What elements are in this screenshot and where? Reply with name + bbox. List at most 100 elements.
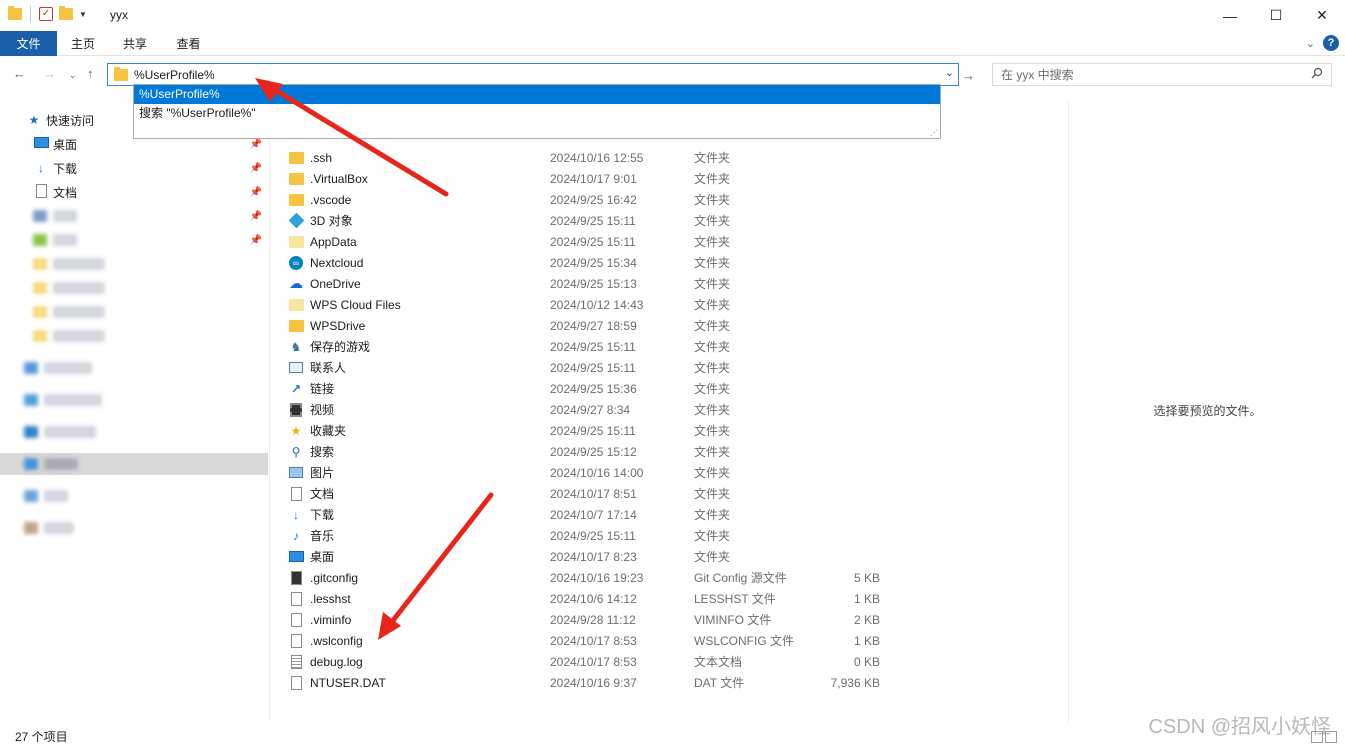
- file-row[interactable]: .lesshst 2024/10/6 14:12 LESSHST 文件 1 KB: [288, 588, 908, 609]
- sidebar-item-redacted[interactable]: [0, 357, 268, 379]
- file-row[interactable]: WPS Cloud Files 2024/10/12 14:43 文件夹: [288, 294, 908, 315]
- file-row[interactable]: ♪ 音乐 2024/9/25 15:11 文件夹: [288, 525, 908, 546]
- file-row[interactable]: 文档 2024/10/17 8:51 文件夹: [288, 483, 908, 504]
- sidebar-item-redacted[interactable]: [0, 325, 268, 347]
- sidebar-item-redacted[interactable]: [0, 253, 268, 275]
- file-row[interactable]: .gitconfig 2024/10/16 19:23 Git Config 源文件…: [288, 567, 908, 588]
- search-icon[interactable]: [1311, 67, 1323, 82]
- new-folder-icon[interactable]: [59, 6, 73, 20]
- chevron-down-icon[interactable]: ⌄: [945, 66, 954, 79]
- tab-share[interactable]: 共享: [109, 31, 161, 56]
- file-type: 文件夹: [694, 256, 731, 270]
- music-icon: ♪: [293, 528, 299, 543]
- file-row[interactable]: 联系人 2024/9/25 15:11 文件夹: [288, 357, 908, 378]
- autocomplete-item[interactable]: %UserProfile%: [134, 85, 940, 104]
- close-button[interactable]: ✕: [1299, 0, 1345, 31]
- file-row[interactable]: ∞ Nextcloud 2024/9/25 15:34 文件夹: [288, 252, 908, 273]
- sidebar-item-label: 文档: [53, 185, 78, 200]
- item-count: 27 个项目: [15, 730, 68, 744]
- pin-icon[interactable]: 📌: [250, 163, 262, 174]
- file-row[interactable]: AppData 2024/9/25 15:11 文件夹: [288, 231, 908, 252]
- details-view-icon[interactable]: [1311, 731, 1323, 743]
- minimize-button[interactable]: —: [1207, 0, 1253, 31]
- file-row[interactable]: debug.log 2024/10/17 8:53 文本文档 0 KB: [288, 651, 908, 672]
- file-row[interactable]: 视频 2024/9/27 8:34 文件夹: [288, 399, 908, 420]
- sidebar-item-documents[interactable]: 文档 📌: [0, 181, 268, 203]
- file-row[interactable]: 桌面 2024/10/17 8:23 文件夹: [288, 546, 908, 567]
- sidebar-item-downloads[interactable]: ↓ 下载 📌: [0, 157, 268, 179]
- file-row[interactable]: .ssh 2024/10/16 12:55 文件夹: [288, 147, 908, 168]
- forward-icon[interactable]: →: [43, 66, 56, 81]
- file-row[interactable]: .VirtualBox 2024/10/17 9:01 文件夹: [288, 168, 908, 189]
- divider: [30, 6, 31, 22]
- maximize-button[interactable]: ☐: [1253, 0, 1299, 31]
- sidebar-item-redacted[interactable]: [0, 421, 268, 443]
- expand-ribbon-icon[interactable]: ⌄: [1306, 37, 1315, 50]
- sidebar-item-redacted[interactable]: [0, 389, 268, 411]
- file-size: 5 KB: [853, 570, 880, 585]
- file-row[interactable]: ↓ 下载 2024/10/7 17:14 文件夹: [288, 504, 908, 525]
- file-row[interactable]: WPSDrive 2024/9/27 18:59 文件夹: [288, 315, 908, 336]
- pin-icon[interactable]: 📌: [250, 187, 262, 198]
- redacted-icon: [24, 426, 38, 438]
- file-row[interactable]: 3D 对象 2024/9/25 15:11 文件夹: [288, 210, 908, 231]
- help-icon[interactable]: ?: [1323, 35, 1339, 51]
- star-icon: ★: [290, 423, 302, 438]
- file-row[interactable]: ⚲ 搜索 2024/9/25 15:12 文件夹: [288, 441, 908, 462]
- file-row[interactable]: .vscode 2024/9/25 16:42 文件夹: [288, 189, 908, 210]
- pin-icon[interactable]: 📌: [250, 211, 262, 222]
- pin-icon[interactable]: 📌: [250, 139, 262, 150]
- redacted-icon: [24, 522, 38, 534]
- properties-icon[interactable]: ✓: [39, 7, 53, 21]
- recent-locations-icon[interactable]: ⌄: [69, 70, 77, 81]
- up-icon[interactable]: ↑: [87, 66, 94, 81]
- file-type: 文件夹: [694, 361, 731, 375]
- file-name: NTUSER.DAT: [310, 675, 386, 690]
- search-box[interactable]: 在 yyx 中搜索: [992, 63, 1332, 86]
- contacts-icon: [288, 360, 304, 376]
- tab-view[interactable]: 查看: [161, 31, 216, 56]
- sidebar-item-redacted[interactable]: 📌: [0, 205, 268, 227]
- file-row[interactable]: NTUSER.DAT 2024/10/16 9:37 DAT 文件 7,936 KB: [288, 672, 908, 693]
- file-date: 2024/9/25 15:11: [550, 423, 636, 438]
- folder-icon: [114, 66, 128, 81]
- search-input[interactable]: 在 yyx 中搜索: [1001, 66, 1074, 83]
- redacted-label: [53, 210, 77, 222]
- gitconfig-icon: [288, 570, 304, 586]
- file-row[interactable]: .viminfo 2024/9/28 11:12 VIMINFO 文件 2 KB: [288, 609, 908, 630]
- sidebar-item-redacted[interactable]: [0, 301, 268, 323]
- redacted-icon: [33, 282, 47, 294]
- file-row[interactable]: ↗ 链接 2024/9/25 15:36 文件夹: [288, 378, 908, 399]
- file-row[interactable]: ♞ 保存的游戏 2024/9/25 15:11 文件夹: [288, 336, 908, 357]
- file-name: .ssh: [310, 150, 333, 165]
- file-name: 下载: [310, 508, 335, 522]
- resize-grip-icon[interactable]: ⋰: [930, 128, 938, 137]
- customize-toolbar-icon[interactable]: ▼: [79, 10, 87, 19]
- sidebar-item-redacted[interactable]: [0, 517, 268, 539]
- tab-file[interactable]: 文件: [0, 31, 57, 56]
- go-arrow-icon[interactable]: →: [962, 68, 975, 83]
- address-input[interactable]: %UserProfile%: [134, 68, 215, 82]
- documents-icon: [288, 486, 304, 502]
- file-row[interactable]: .wslconfig 2024/10/17 8:53 WSLCONFIG 文件 1 K…: [288, 630, 908, 651]
- large-icons-view-icon[interactable]: [1325, 731, 1337, 743]
- sidebar-item-redacted[interactable]: [0, 277, 268, 299]
- tab-home[interactable]: 主页: [57, 31, 109, 56]
- file-row[interactable]: 图片 2024/10/16 14:00 文件夹: [288, 462, 908, 483]
- pin-icon[interactable]: 📌: [250, 235, 262, 246]
- desktop-icon: [288, 549, 304, 565]
- file-name: 链接: [310, 382, 335, 396]
- file-row[interactable]: ★ 收藏夹 2024/9/25 15:11 文件夹: [288, 420, 908, 441]
- file-row[interactable]: ☁ OneDrive 2024/9/25 15:13 文件夹: [288, 273, 908, 294]
- redacted-icon: [33, 330, 47, 342]
- address-bar[interactable]: %UserProfile% ⌄: [107, 63, 959, 86]
- file-date: 2024/10/16 14:00: [550, 465, 644, 480]
- sidebar-item-this-pc[interactable]: [0, 453, 268, 475]
- file-name: debug.log: [310, 654, 363, 669]
- file-size: 0 KB: [853, 654, 880, 669]
- back-icon[interactable]: ←: [13, 66, 26, 81]
- star-icon: ★: [28, 113, 40, 127]
- autocomplete-item[interactable]: 搜索 "%UserProfile%": [134, 104, 940, 123]
- sidebar-item-redacted[interactable]: 📌: [0, 229, 268, 251]
- sidebar-item-redacted[interactable]: [0, 485, 268, 507]
